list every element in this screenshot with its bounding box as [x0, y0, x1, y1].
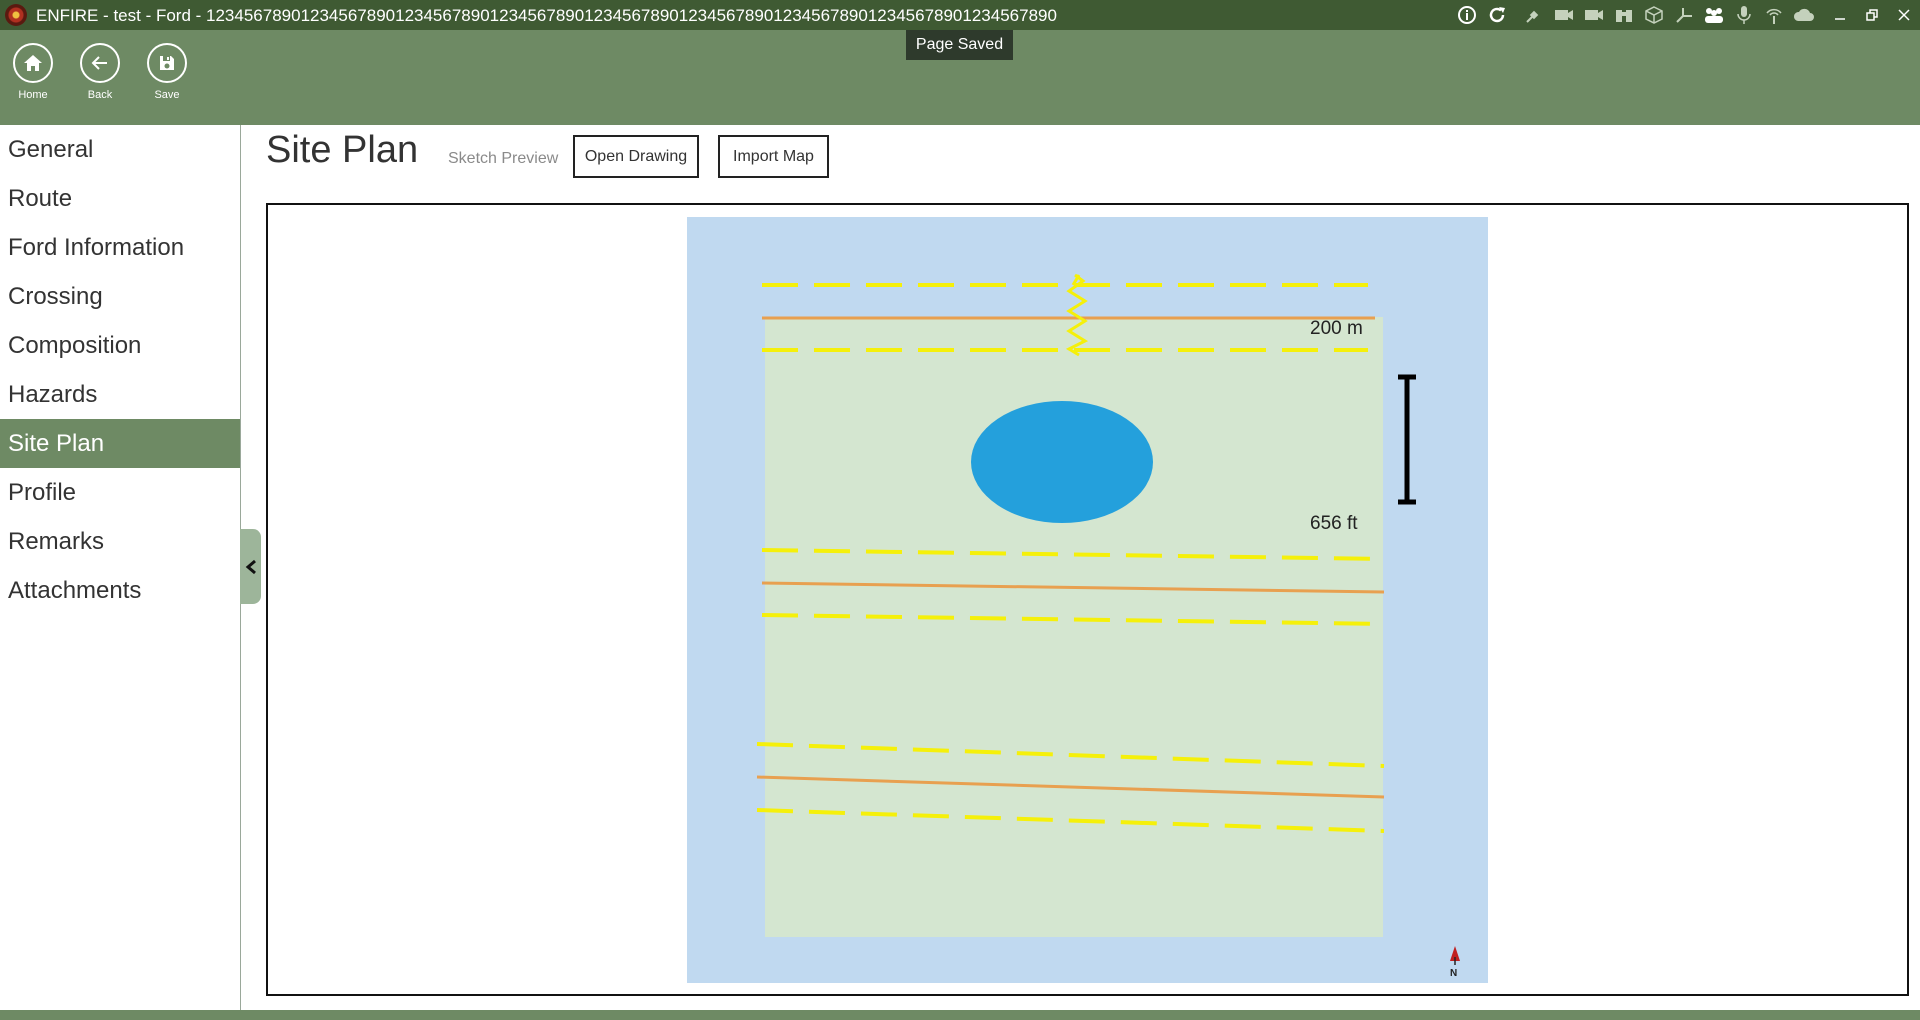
info-icon[interactable]: [1455, 3, 1479, 27]
home-button[interactable]: Home: [0, 43, 66, 101]
page-saved-toast: Page Saved: [906, 30, 1013, 60]
back-label: Back: [87, 89, 113, 101]
back-arrow-icon: [80, 43, 120, 83]
sidebar-item-profile[interactable]: Profile: [0, 468, 240, 517]
title-bar-tools: [1452, 3, 1819, 27]
minimize-icon[interactable]: [1824, 3, 1856, 27]
cloud-icon[interactable]: [1792, 3, 1816, 27]
sidebar-item-route[interactable]: Route: [0, 174, 240, 223]
refresh-icon[interactable]: [1485, 3, 1509, 27]
back-button[interactable]: Back: [67, 43, 133, 101]
status-bar: [0, 1010, 1920, 1020]
sidebar-collapse-button[interactable]: [240, 529, 261, 604]
sidebar-item-site-plan[interactable]: Site Plan: [0, 419, 240, 468]
sidebar-item-remarks[interactable]: Remarks: [0, 517, 240, 566]
sidebar-item-composition[interactable]: Composition: [0, 321, 240, 370]
sidebar-item-ford-information[interactable]: Ford Information: [0, 223, 240, 272]
axes-icon[interactable]: [1672, 3, 1696, 27]
save-disk-icon: [147, 43, 187, 83]
import-map-button[interactable]: Import Map: [718, 135, 829, 178]
app-logo-icon: [5, 4, 27, 26]
home-icon: [13, 43, 53, 83]
title-bar: ENFIRE - test - Ford - 12345678901234567…: [0, 0, 1920, 30]
binoculars-icon[interactable]: [1612, 3, 1636, 27]
north-label: N: [1450, 968, 1457, 979]
window-title: ENFIRE - test - Ford - 12345678901234567…: [36, 6, 1057, 25]
sidebar-item-crossing[interactable]: Crossing: [0, 272, 240, 321]
save-label: Save: [154, 89, 180, 101]
save-button[interactable]: Save: [134, 43, 200, 101]
site-plan-sketch[interactable]: 200 m 656 ft N: [687, 217, 1488, 983]
antenna-icon[interactable]: [1762, 3, 1786, 27]
restore-icon[interactable]: [1856, 3, 1888, 27]
scale-metric-label: 200 m: [1310, 318, 1363, 339]
microphone-icon[interactable]: [1732, 3, 1756, 27]
satellite-icon[interactable]: [1522, 3, 1546, 27]
pond-shape: [971, 401, 1153, 523]
camera-icon[interactable]: [1552, 3, 1576, 27]
sidebar-item-hazards[interactable]: Hazards: [0, 370, 240, 419]
home-label: Home: [18, 89, 48, 101]
cube-icon[interactable]: [1642, 3, 1666, 27]
page-title: Site Plan: [266, 129, 419, 171]
window-controls: [1824, 3, 1920, 27]
sidebar-item-attachments[interactable]: Attachments: [0, 566, 240, 615]
open-drawing-button[interactable]: Open Drawing: [573, 135, 699, 178]
chevron-left-icon: [245, 559, 256, 574]
close-icon[interactable]: [1888, 3, 1920, 27]
sidebar: General Route Ford Information Crossing …: [0, 125, 241, 1010]
video-icon[interactable]: [1582, 3, 1606, 27]
sidebar-item-general[interactable]: General: [0, 125, 240, 174]
scale-imperial-label: 656 ft: [1310, 513, 1358, 534]
sketch-preview-label: Sketch Preview: [448, 150, 559, 167]
group-icon[interactable]: [1702, 3, 1726, 27]
